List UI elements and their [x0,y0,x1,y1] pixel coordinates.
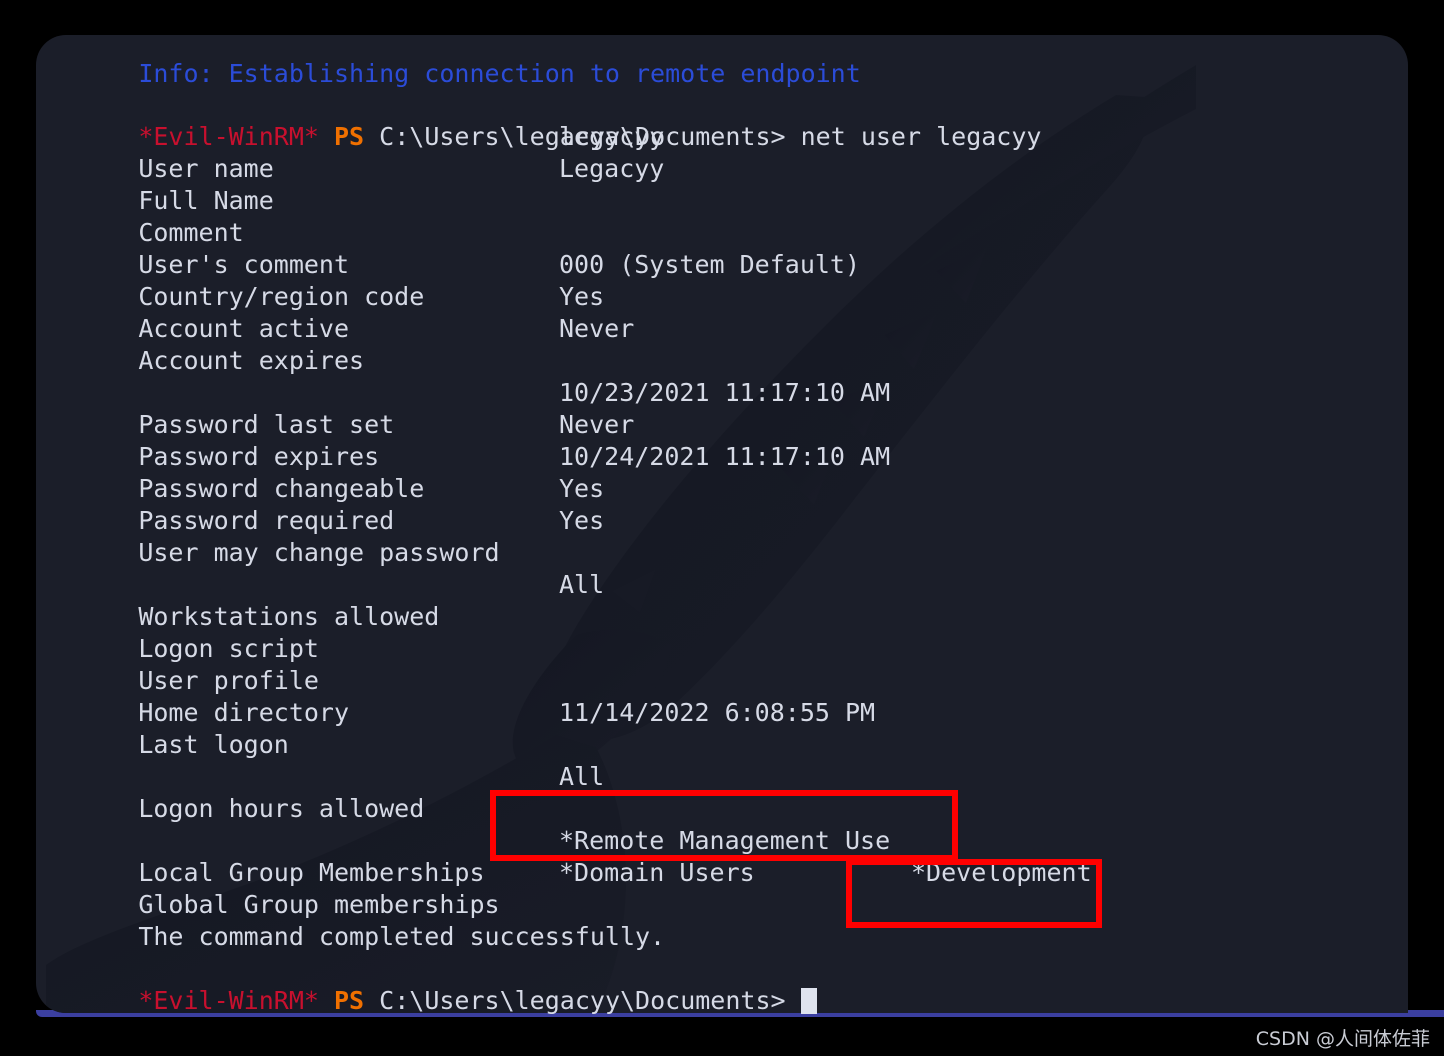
row-value: Legacyy [559,154,665,183]
csdn-watermark: CSDN @人间体佐菲 [1255,1028,1430,1050]
bottom-prompt-space-1 [319,986,334,1015]
row-value: Never [559,314,635,343]
row-value: All [559,762,605,791]
row-value: Yes [559,282,605,311]
output-row-command-completed: The command completed successfully. [48,889,665,951]
output-row-account-active: Account active Yes [48,281,604,343]
bottom-prompt-space-2 [364,986,379,1015]
row-value: 000 (System Default) [559,250,861,279]
row-value: Never [559,410,635,439]
output-row-country-region-code: Country/region code 000 (System Default) [48,249,860,311]
output-row-password-required: Password required Yes [48,473,604,535]
text-cursor[interactable] [800,988,817,1014]
row-label: User may change password [138,538,500,567]
row-label: Last logon [138,730,289,759]
prompt-space-3 [786,122,801,151]
prompt-ps-label: PS [334,122,365,151]
page-background: Info: Establishing connection to remote … [0,0,1444,1056]
bottom-prompt-space-3 [786,986,801,1015]
output-row-password-last-set: Password last set 10/23/2021 11:17:10 AM [48,377,890,439]
output-row-workstations-allowed: Workstations allowed All [48,569,604,631]
output-row-users-comment: User's comment [48,217,349,279]
row-label: Logon hours allowed [138,794,425,823]
output-row-password-changeable: Password changeable 10/24/2021 11:17:10 A… [48,441,890,503]
annotation-box-global-group-development [846,859,1102,928]
row-value: 10/23/2021 11:17:10 AM [559,378,891,407]
info-connection-line: Info: Establishing connection to remote … [48,26,860,88]
terminal-text-content: Info: Establishing connection to remote … [0,0,1444,1056]
prompt-command: net user legacyy [800,122,1042,151]
prompt-space-1 [319,122,334,151]
output-row-full-name: Full Name Legacyy [48,153,664,215]
row-label: Account expires [138,346,365,375]
output-row-last-logon: Last logon 11/14/2022 6:08:55 PM [48,697,875,759]
row-value: Yes [559,506,605,535]
bottom-prompt-ps-label: PS [334,986,365,1015]
output-row-global-group-memberships: Global Group memberships *Domain Users *De… [48,857,1091,919]
prompt-line-command[interactable]: *Evil-WinRM* PS C:\Users\legacyy\Documen… [48,89,1041,151]
output-row-password-expires: Password expires Never [48,409,634,471]
info-line-text: Info: Establishing connection to remote … [138,59,861,88]
bottom-prompt-path: C:\Users\legacyy\Documents> [379,986,786,1015]
output-row-logon-hours-allowed: Logon hours allowed All [48,761,604,823]
output-row-local-group-memberships: Local Group Memberships *Remote Managemen… [48,825,890,887]
prompt-line-bottom[interactable]: *Evil-WinRM* PS C:\Users\legacyy\Documen… [48,953,817,1015]
row-value: 10/24/2021 11:17:10 AM [559,442,891,471]
row-value: legacyy [559,122,665,151]
row-value: Yes [559,474,605,503]
row-value: *Domain Users [559,858,755,887]
output-row-home-directory: Home directory [48,665,349,727]
output-row-logon-script: Logon script [48,601,319,663]
output-row-account-expires: Account expires Never [48,313,634,375]
output-row-user-profile: User profile [48,633,319,695]
row-value: All [559,570,605,599]
annotation-box-local-group-membership [490,790,958,861]
row-label: The command completed successfully. [138,922,666,951]
bottom-prompt-shell-tag: *Evil-WinRM* [138,986,319,1015]
prompt-space-2 [364,122,379,151]
row-value: 11/14/2022 6:08:55 PM [559,698,876,727]
output-row-comment: Comment [48,185,243,247]
output-row-user-may-change-password: User may change password Yes [48,505,604,567]
output-row-user-name: User name legacyy [48,121,664,183]
